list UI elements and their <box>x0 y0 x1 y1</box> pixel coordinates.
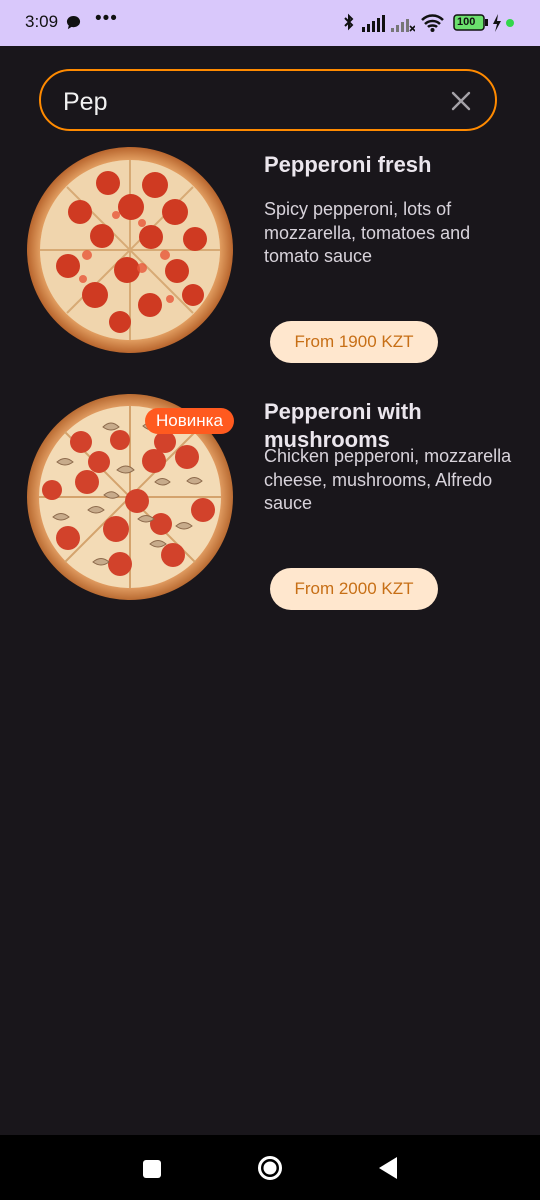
recent-apps-icon[interactable] <box>142 1159 162 1179</box>
home-icon[interactable] <box>257 1155 283 1181</box>
signal-icon <box>362 15 385 32</box>
status-dot-icon <box>506 19 514 27</box>
bluetooth-icon <box>344 13 354 31</box>
search-box[interactable] <box>39 69 497 131</box>
product-title: Pepperoni fresh <box>264 152 432 177</box>
status-time: 3:09 <box>25 12 59 31</box>
search-input[interactable] <box>61 84 425 120</box>
message-icon <box>66 15 81 30</box>
navigation-bar <box>0 1135 540 1200</box>
price-button[interactable]: From 2000 KZT <box>270 568 438 610</box>
pepperoni-pizza-image <box>27 147 233 353</box>
status-icons: 100 <box>342 12 518 34</box>
charging-icon <box>493 14 501 32</box>
price-button[interactable]: From 1900 KZT <box>270 321 438 363</box>
back-icon[interactable] <box>378 1156 398 1180</box>
wifi-icon <box>421 14 444 32</box>
product-card[interactable]: Новинка Pepperoni with mushrooms Chicken… <box>0 392 540 622</box>
product-card[interactable]: Pepperoni fresh Spicy pepperoni, lots of… <box>0 145 540 375</box>
signal-off-icon <box>391 19 415 32</box>
product-description: Chicken pepperoni, mozzarella cheese, mu… <box>264 446 512 513</box>
clear-search-icon[interactable] <box>449 89 473 113</box>
more-dots-icon: ••• <box>95 8 118 29</box>
new-badge: Новинка <box>145 408 234 434</box>
product-description: Spicy pepperoni, lots of mozzarella, tom… <box>264 199 471 266</box>
status-bar: 3:09 ••• 100 <box>0 0 540 46</box>
battery-label: 100 <box>457 16 476 28</box>
